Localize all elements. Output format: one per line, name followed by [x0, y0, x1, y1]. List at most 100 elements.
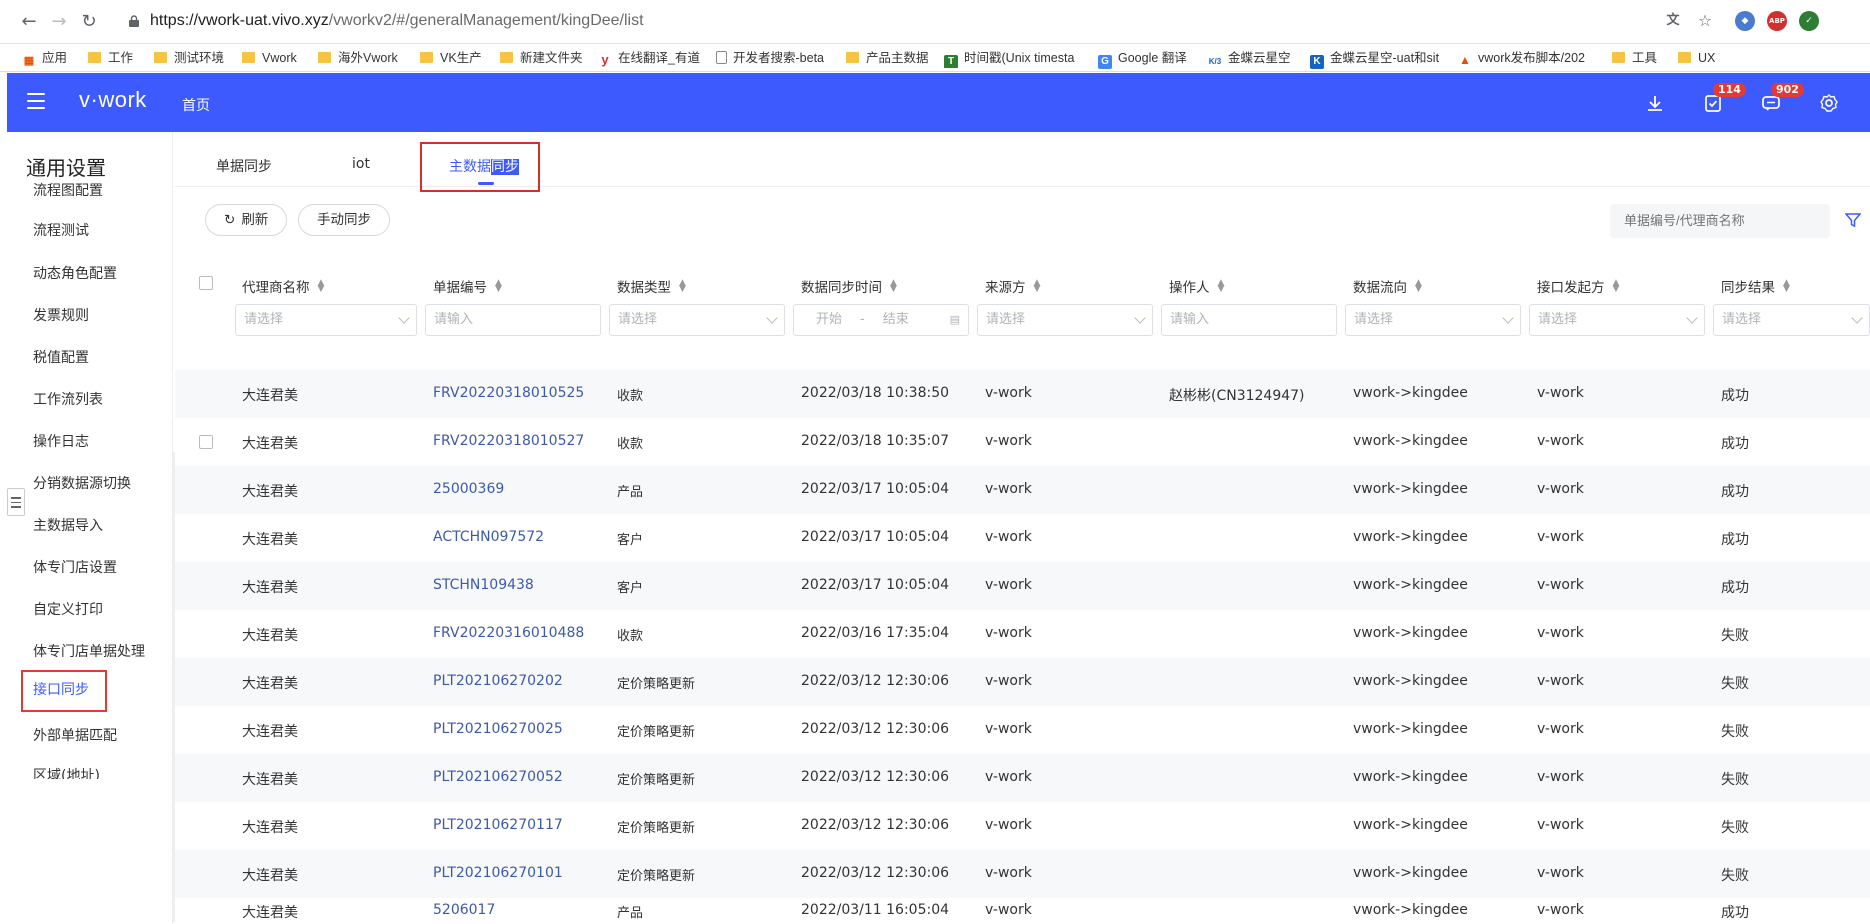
column-header-data-type[interactable]: 数据类型 ▲ ▼	[617, 276, 686, 297]
menu-icon[interactable]	[27, 93, 45, 109]
flow-filter-select[interactable]: 请选择	[1345, 304, 1521, 336]
sort-icon[interactable]: ▲ ▼	[495, 279, 502, 294]
sort-icon[interactable]: ▲ ▼	[890, 279, 897, 294]
table-row[interactable]: 大连君美 PLT202106270202 定价策略更新 2022/03/12 1…	[175, 658, 1870, 706]
bookmark-folder[interactable]: 工作	[88, 50, 133, 68]
bookmark-kingdee[interactable]: K/3 金蝶云星空	[1208, 50, 1291, 69]
result-filter-select[interactable]: 请选择	[1713, 304, 1870, 336]
column-header-flow[interactable]: 数据流向 ▲ ▼	[1353, 276, 1422, 297]
sort-icon[interactable]: ▲ ▼	[1415, 279, 1422, 294]
column-header-sync-time[interactable]: 数据同步时间 ▲ ▼	[801, 276, 897, 297]
bookmark-devsearch[interactable]: 开发者搜索-beta	[716, 50, 824, 68]
sort-icon[interactable]: ▲ ▼	[1613, 279, 1620, 294]
column-header-doc-no[interactable]: 单据编号 ▲ ▼	[433, 276, 502, 297]
bookmark-folder[interactable]: 测试环境	[154, 50, 224, 68]
bookmark-folder[interactable]: VK生产	[420, 50, 482, 68]
tab-master-data-sync[interactable]: 主数据同步	[449, 156, 519, 176]
table-row[interactable]: 大连君美 5206017 产品 2022/03/11 16:05:04 v-wo…	[175, 898, 1870, 924]
sidebar-item-tax-config[interactable]: 税值配置	[33, 347, 89, 367]
doc-no-filter-input[interactable]: 请输入	[425, 304, 601, 336]
tab-document-sync[interactable]: 单据同步	[216, 156, 272, 176]
table-row[interactable]: 大连君美 FRV20220318010527 收款 2022/03/18 10:…	[175, 418, 1870, 466]
sort-icon[interactable]: ▲ ▼	[1034, 279, 1041, 294]
table-row[interactable]: 大连君美 25000369 产品 2022/03/17 10:05:04 v-w…	[175, 466, 1870, 514]
shield-extension-icon[interactable]: ◆	[1735, 11, 1755, 31]
cell-doc-link[interactable]: PLT202106270025	[433, 721, 563, 737]
column-header-operator[interactable]: 操作人 ▲ ▼	[1169, 276, 1225, 297]
table-row[interactable]: 大连君美 FRV20220318010525 收款 2022/03/18 10:…	[175, 370, 1870, 418]
forward-arrow-icon[interactable]: →	[48, 11, 70, 33]
manual-sync-button[interactable]: 手动同步	[298, 204, 390, 236]
select-all-checkbox[interactable]	[199, 276, 213, 290]
sort-icon[interactable]: ▲ ▼	[1218, 279, 1225, 294]
bookmark-folder[interactable]: 工具	[1612, 50, 1657, 68]
sidebar-item-datasource-switch[interactable]: 分销数据源切换	[33, 473, 131, 493]
bookmark-timestamp[interactable]: T 时间戳(Unix timesta	[944, 50, 1082, 68]
cell-doc-link[interactable]: PLT202106270052	[433, 769, 563, 785]
column-header-source[interactable]: 来源方 ▲ ▼	[985, 276, 1041, 297]
cell-doc-link[interactable]: PLT202106270117	[433, 817, 563, 833]
sidebar-item-region[interactable]: 区域(地址)	[33, 765, 100, 779]
sync-time-range-picker[interactable]: 开始 - 结束 ▤	[793, 304, 969, 336]
sidebar-item-master-import[interactable]: 主数据导入	[33, 515, 103, 535]
table-row[interactable]: 大连君美 ACTCHN097572 客户 2022/03/17 10:05:04…	[175, 514, 1870, 562]
bookmark-folder[interactable]: 海外Vwork	[318, 50, 398, 68]
sidebar-item-flow-test[interactable]: 流程测试	[33, 220, 89, 240]
sidebar-item-invoice-rules[interactable]: 发票规则	[33, 305, 89, 325]
cell-doc-link[interactable]: PLT202106270202	[433, 673, 563, 689]
cell-doc-link[interactable]: FRV20220318010525	[433, 385, 584, 401]
column-header-initiator[interactable]: 接口发起方 ▲ ▼	[1537, 276, 1620, 297]
data-type-filter-select[interactable]: 请选择	[609, 304, 785, 336]
sort-icon[interactable]: ▲ ▼	[318, 279, 325, 294]
task-button[interactable]: 114	[1703, 83, 1746, 113]
settings-gear-icon[interactable]	[1819, 93, 1839, 113]
column-header-agent[interactable]: 代理商名称 ▲ ▼	[242, 276, 325, 297]
download-icon[interactable]	[1645, 93, 1665, 113]
table-row[interactable]: 大连君美 PLT202106270101 定价策略更新 2022/03/12 1…	[175, 850, 1870, 898]
sidebar-item-store-settings[interactable]: 体专门店设置	[33, 557, 117, 577]
back-arrow-icon[interactable]: ←	[18, 11, 40, 33]
star-icon[interactable]: ☆	[1695, 11, 1715, 31]
bookmark-folder[interactable]: UX	[1678, 50, 1715, 68]
sidebar-item-flowchart-config[interactable]: 流程图配置	[33, 180, 103, 200]
brand-logo[interactable]: v·work	[79, 87, 147, 113]
sidebar-item-external-match[interactable]: 外部单据匹配	[33, 725, 117, 745]
reload-icon[interactable]: ↻	[78, 11, 100, 33]
cell-doc-link[interactable]: FRV20220318010527	[433, 433, 584, 449]
bookmark-folder[interactable]: 新建文件夹	[500, 50, 583, 68]
sidebar-item-interface-sync[interactable]: 接口同步	[21, 670, 107, 712]
home-link[interactable]: 首页	[182, 95, 210, 115]
message-button[interactable]: 902	[1761, 83, 1804, 113]
cell-doc-link[interactable]: 25000369	[433, 481, 504, 497]
sidebar-item-dynamic-role[interactable]: 动态角色配置	[33, 263, 117, 283]
table-row[interactable]: 大连君美 STCHN109438 客户 2022/03/17 10:05:04 …	[175, 562, 1870, 610]
cell-doc-link[interactable]: FRV20220316010488	[433, 625, 584, 641]
table-row[interactable]: 大连君美 PLT202106270117 定价策略更新 2022/03/12 1…	[175, 802, 1870, 850]
bookmark-youdao[interactable]: y 在线翻译_有道	[598, 50, 700, 68]
sidebar-item-store-docs[interactable]: 体专门店单据处理	[33, 641, 145, 661]
green-shield-icon[interactable]: ✓	[1799, 11, 1819, 31]
operator-filter-input[interactable]: 请输入	[1161, 304, 1337, 336]
cell-doc-link[interactable]: STCHN109438	[433, 577, 534, 593]
tab-iot[interactable]: iot	[352, 156, 370, 172]
sidebar-item-custom-print[interactable]: 自定义打印	[33, 599, 103, 619]
table-row[interactable]: 大连君美 PLT202106270052 定价策略更新 2022/03/12 1…	[175, 754, 1870, 802]
address-bar[interactable]: https://vwork-uat.vivo.xyz/vworkv2/#/gen…	[150, 12, 644, 30]
refresh-button[interactable]: ↻ 刷新	[205, 204, 288, 236]
row-checkbox[interactable]	[199, 435, 213, 449]
sort-icon[interactable]: ▲ ▼	[679, 279, 686, 294]
cell-doc-link[interactable]: ACTCHN097572	[433, 529, 544, 545]
adblock-icon[interactable]: ABP	[1767, 11, 1787, 31]
bookmark-vwork-script[interactable]: ▲ vwork发布脚本/202	[1458, 50, 1596, 68]
bookmark-folder[interactable]: 产品主数据	[846, 50, 929, 68]
table-row[interactable]: 大连君美 FRV20220316010488 收款 2022/03/16 17:…	[175, 610, 1870, 658]
bookmark-apps[interactable]: ▦ 应用	[22, 50, 67, 68]
table-row[interactable]: 大连君美 PLT202106270025 定价策略更新 2022/03/12 1…	[175, 706, 1870, 754]
agent-filter-select[interactable]: 请选择	[235, 304, 417, 336]
filter-icon[interactable]	[1845, 212, 1861, 228]
initiator-filter-select[interactable]: 请选择	[1529, 304, 1705, 336]
translate-icon[interactable]: 文	[1663, 11, 1683, 31]
cell-doc-link[interactable]: PLT202106270101	[433, 865, 563, 881]
sidebar-item-workflow-list[interactable]: 工作流列表	[33, 389, 103, 409]
bookmark-kingdee-uat[interactable]: K 金蝶云星空-uat和sit	[1310, 50, 1439, 69]
